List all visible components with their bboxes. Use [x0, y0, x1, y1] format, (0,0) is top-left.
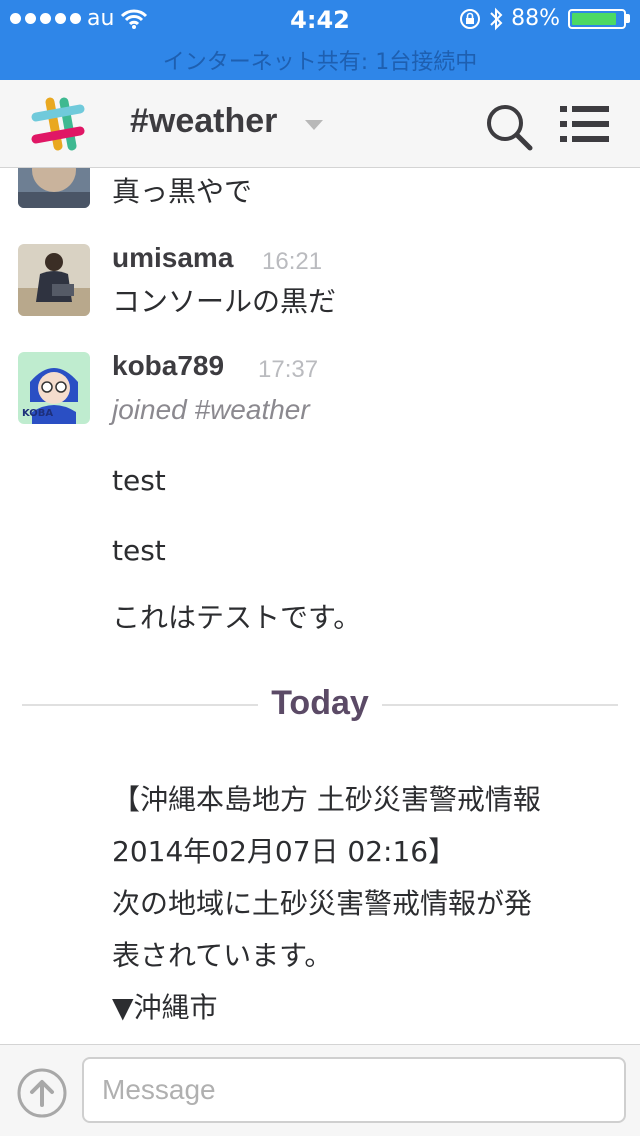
- message-text: これはテストです。: [112, 601, 362, 634]
- message-author[interactable]: koba789: [112, 350, 224, 382]
- channel-title[interactable]: #weather: [130, 102, 277, 141]
- bluetooth-icon: [490, 7, 503, 30]
- message-composer: [0, 1044, 640, 1136]
- slack-logo-icon[interactable]: [30, 96, 86, 152]
- message-list[interactable]: 真っ黒やで umisama 16:21 コンソールの黒だ KOBA koba78…: [0, 168, 640, 1044]
- message-text: コンソールの黒だ: [112, 285, 337, 318]
- message-text: test: [112, 534, 166, 567]
- status-bar: au 4:42 88% インターネット共有: 1台接続中: [0, 0, 640, 80]
- message-text: test: [112, 464, 166, 497]
- tethering-banner[interactable]: インターネット共有: 1台接続中: [0, 44, 640, 76]
- svg-text:KOBA: KOBA: [22, 408, 53, 419]
- battery-percent: 88%: [511, 6, 560, 31]
- message-author[interactable]: umisama: [112, 242, 233, 274]
- message-timestamp: 17:37: [258, 356, 319, 383]
- avatar[interactable]: [18, 244, 90, 316]
- message-input[interactable]: [82, 1057, 626, 1123]
- message-text: 【沖縄本島地方 土砂災害警戒情報 2014年02月07日 02:16】 次の地域…: [112, 783, 541, 1024]
- join-notice: joined #weather: [112, 394, 310, 425]
- rotation-lock-icon: [460, 8, 481, 29]
- search-icon[interactable]: [484, 102, 534, 152]
- battery-icon: [568, 8, 626, 29]
- upload-icon[interactable]: [16, 1067, 68, 1119]
- date-divider: Today: [271, 684, 369, 722]
- chevron-down-icon[interactable]: [305, 120, 323, 130]
- message-timestamp: 16:21: [262, 248, 323, 275]
- message-text: 真っ黒やで: [112, 175, 253, 208]
- channel-header: #weather: [0, 80, 640, 168]
- menu-icon[interactable]: [560, 104, 610, 144]
- avatar[interactable]: [18, 168, 90, 208]
- avatar[interactable]: KOBA: [18, 352, 90, 424]
